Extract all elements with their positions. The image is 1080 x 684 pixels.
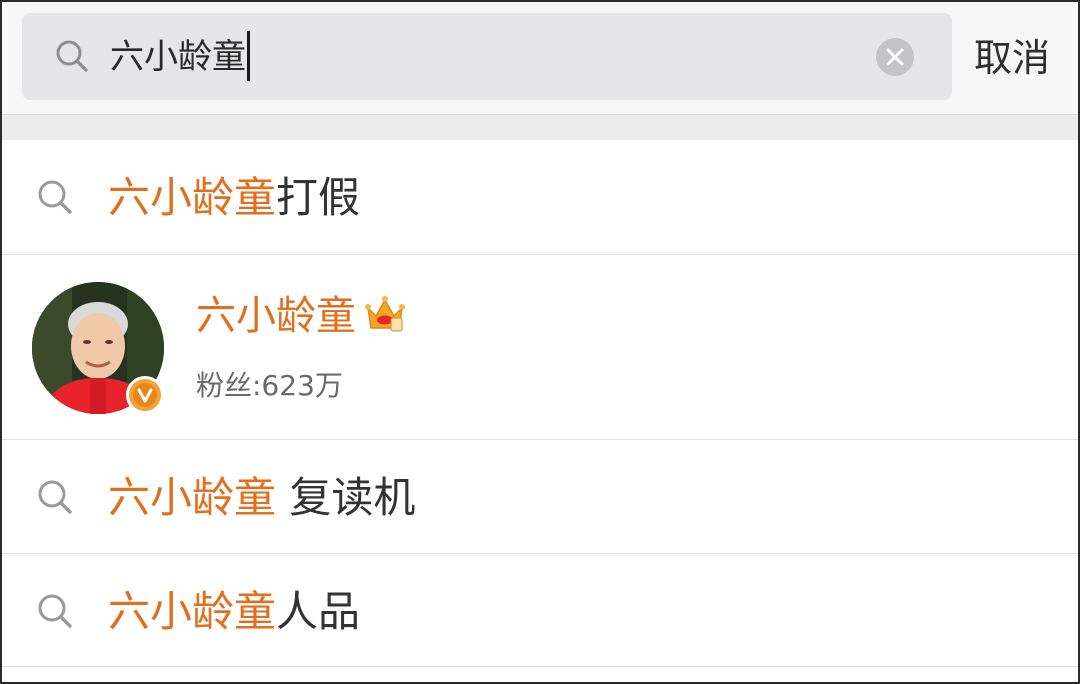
screenshot-border <box>0 0 1080 684</box>
